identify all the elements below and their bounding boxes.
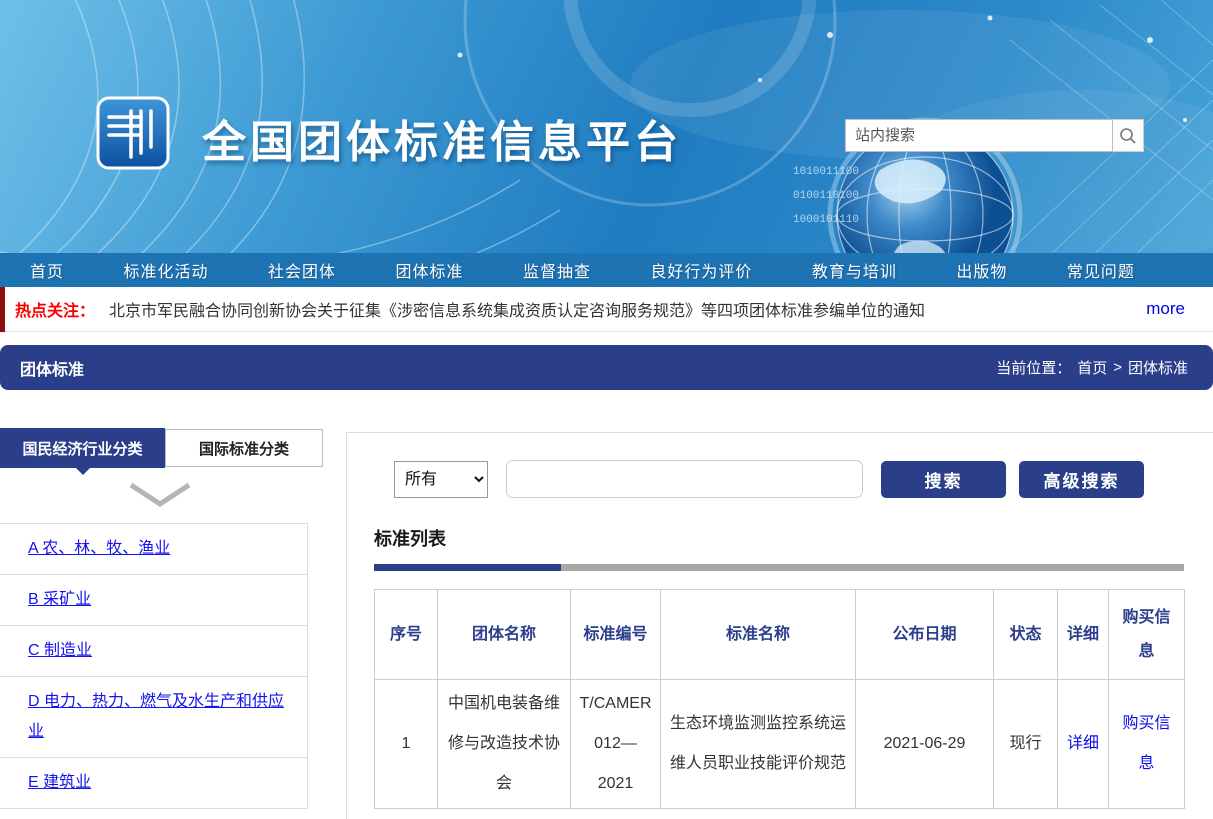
buy-info-link[interactable]: 购买信息 — [1122, 715, 1170, 772]
col-header-date: 公布日期 — [856, 590, 994, 680]
advanced-search-button[interactable]: 高级搜索 — [1019, 461, 1144, 498]
cell-status: 现行 — [994, 680, 1058, 809]
standards-list-title: 标准列表 — [374, 525, 446, 551]
sidebar-category-list: A 农、林、牧、渔业 B 采矿业 C 制造业 D 电力、热力、燃气及水生产和供应… — [0, 523, 308, 809]
cell-code: T/CAMER 012—2021 — [571, 680, 661, 809]
cell-name: 生态环境监测监控系统运维人员职业技能评价规范 — [661, 680, 856, 809]
cell-buy: 购买信息 — [1109, 680, 1185, 809]
sidebar-tabs: 国民经济行业分类 国际标准分类 — [0, 428, 323, 468]
list-item: E 建筑业 — [0, 758, 307, 809]
nav-item-home[interactable]: 首页 — [30, 258, 64, 282]
breadcrumb-current: 团体标准 — [1128, 357, 1188, 378]
site-search — [845, 119, 1144, 152]
table-row: 1 中国机电装备维修与改造技术协会 T/CAMER 012—2021 生态环境监… — [375, 680, 1185, 809]
col-header-name: 标准名称 — [661, 590, 856, 680]
list-item: A 农、林、牧、渔业 — [0, 524, 307, 575]
hot-topic-news-link[interactable]: 北京市军民融合协同创新协会关于征集《涉密信息系统集成资质认定咨询服务规范》等四项… — [109, 297, 925, 321]
hot-topic-stripe — [0, 287, 5, 332]
tab-international-classification[interactable]: 国际标准分类 — [165, 429, 323, 467]
keyword-input[interactable] — [506, 460, 863, 498]
sidebar-item-mining[interactable]: B 采矿业 — [28, 591, 91, 608]
cell-index: 1 — [375, 680, 438, 809]
col-header-code: 标准编号 — [571, 590, 661, 680]
nav-item-standardization[interactable]: 标准化活动 — [123, 258, 208, 282]
detail-link[interactable]: 详细 — [1067, 735, 1099, 752]
search-button[interactable]: 搜索 — [881, 461, 1006, 498]
page-title: 团体标准 — [20, 356, 84, 380]
category-select[interactable]: 所有 — [394, 461, 488, 498]
nav-item-group-standards[interactable]: 团体标准 — [395, 258, 463, 282]
col-header-status: 状态 — [994, 590, 1058, 680]
breadcrumb-home-link[interactable]: 首页 — [1077, 357, 1107, 378]
site-search-button[interactable] — [1113, 119, 1144, 152]
site-title: 全国团体标准信息平台 — [202, 106, 682, 170]
nav-item-faq[interactable]: 常见问题 — [1067, 258, 1135, 282]
list-title-underline — [374, 564, 1184, 571]
breadcrumb: 当前位置： 首页 > 团体标准 — [996, 357, 1188, 378]
search-icon — [1119, 127, 1137, 145]
list-item: B 采矿业 — [0, 575, 307, 626]
header-banner: 全国团体标准信息平台 1010011100 0100110100 1000101… — [0, 0, 1213, 253]
list-item: D 电力、热力、燃气及水生产和供应业 — [0, 677, 307, 758]
more-link[interactable]: more — [1146, 299, 1185, 319]
page-title-bar: 团体标准 当前位置： 首页 > 团体标准 — [0, 345, 1213, 390]
cell-org: 中国机电装备维修与改造技术协会 — [438, 680, 571, 809]
sidebar-item-utilities[interactable]: D 电力、热力、燃气及水生产和供应业 — [28, 693, 284, 740]
col-header-detail: 详细 — [1058, 590, 1109, 680]
main-nav: 首页 标准化活动 社会团体 团体标准 监督抽查 良好行为评价 教育与培训 出版物… — [0, 253, 1213, 287]
breadcrumb-label: 当前位置： — [996, 357, 1071, 378]
main-content-panel: 所有 搜索 高级搜索 标准列表 序号 团体名称 标准编号 标准名称 公布日期 状… — [346, 432, 1213, 819]
col-header-org: 团体名称 — [438, 590, 571, 680]
sidebar-item-construction[interactable]: E 建筑业 — [28, 774, 91, 791]
nav-item-social-groups[interactable]: 社会团体 — [268, 258, 336, 282]
nav-item-publications[interactable]: 出版物 — [956, 258, 1007, 282]
nav-item-supervision[interactable]: 监督抽查 — [523, 258, 591, 282]
site-search-input[interactable] — [845, 119, 1113, 152]
site-logo[interactable] — [95, 95, 171, 171]
nav-item-good-behavior[interactable]: 良好行为评价 — [650, 258, 752, 282]
breadcrumb-separator: > — [1113, 359, 1122, 376]
list-item: C 制造业 — [0, 626, 307, 677]
col-header-index: 序号 — [375, 590, 438, 680]
chevron-down-icon[interactable] — [125, 480, 195, 510]
sidebar-item-manufacturing[interactable]: C 制造业 — [28, 642, 92, 659]
tab-label: 国民经济行业分类 — [22, 438, 142, 459]
sidebar-item-agriculture[interactable]: A 农、林、牧、渔业 — [28, 540, 170, 557]
hot-topic-bar: 热点关注： 北京市军民融合协同创新协会关于征集《涉密信息系统集成资质认定咨询服务… — [0, 287, 1213, 332]
table-header-row: 序号 团体名称 标准编号 标准名称 公布日期 状态 详细 购买信息 — [375, 590, 1185, 680]
col-header-buy: 购买信息 — [1109, 590, 1185, 680]
binary-texture: 1010011100 0100110100 1000101110 — [793, 160, 859, 232]
tab-national-economy-classification[interactable]: 国民经济行业分类 — [0, 428, 165, 468]
standards-table: 序号 团体名称 标准编号 标准名称 公布日期 状态 详细 购买信息 1 中国机电… — [374, 589, 1185, 809]
hot-topic-label: 热点关注： — [15, 297, 95, 321]
cell-detail: 详细 — [1058, 680, 1109, 809]
nav-item-education[interactable]: 教育与培训 — [812, 258, 897, 282]
tab-label: 国际标准分类 — [199, 438, 289, 459]
cell-date: 2021-06-29 — [856, 680, 994, 809]
